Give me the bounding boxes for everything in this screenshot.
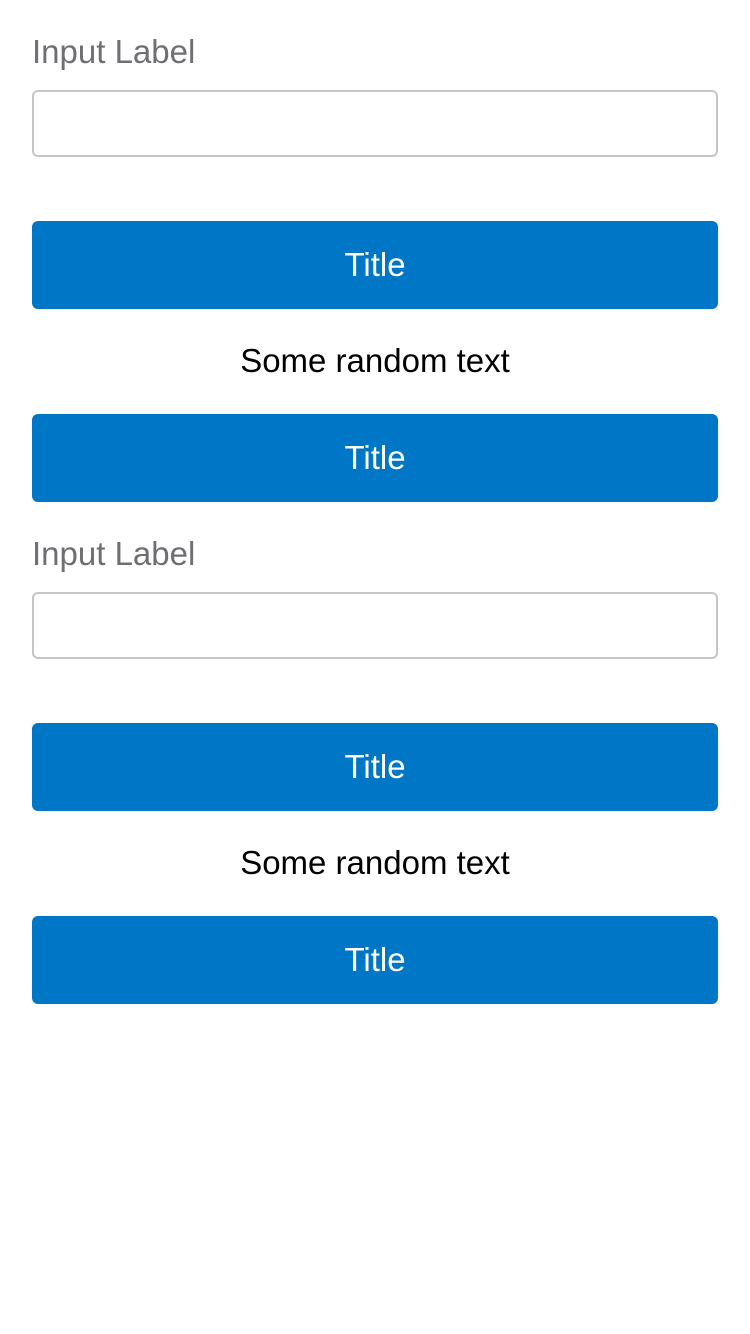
random-text: Some random text <box>240 844 510 881</box>
text-input[interactable] <box>32 592 718 659</box>
title-button[interactable]: Title <box>32 916 718 1004</box>
input-label: Input Label <box>32 33 196 70</box>
random-text: Some random text <box>240 342 510 379</box>
text-input[interactable] <box>32 90 718 157</box>
input-label: Input Label <box>32 535 196 572</box>
title-button[interactable]: Title <box>32 723 718 811</box>
title-button[interactable]: Title <box>32 414 718 502</box>
title-button[interactable]: Title <box>32 221 718 309</box>
